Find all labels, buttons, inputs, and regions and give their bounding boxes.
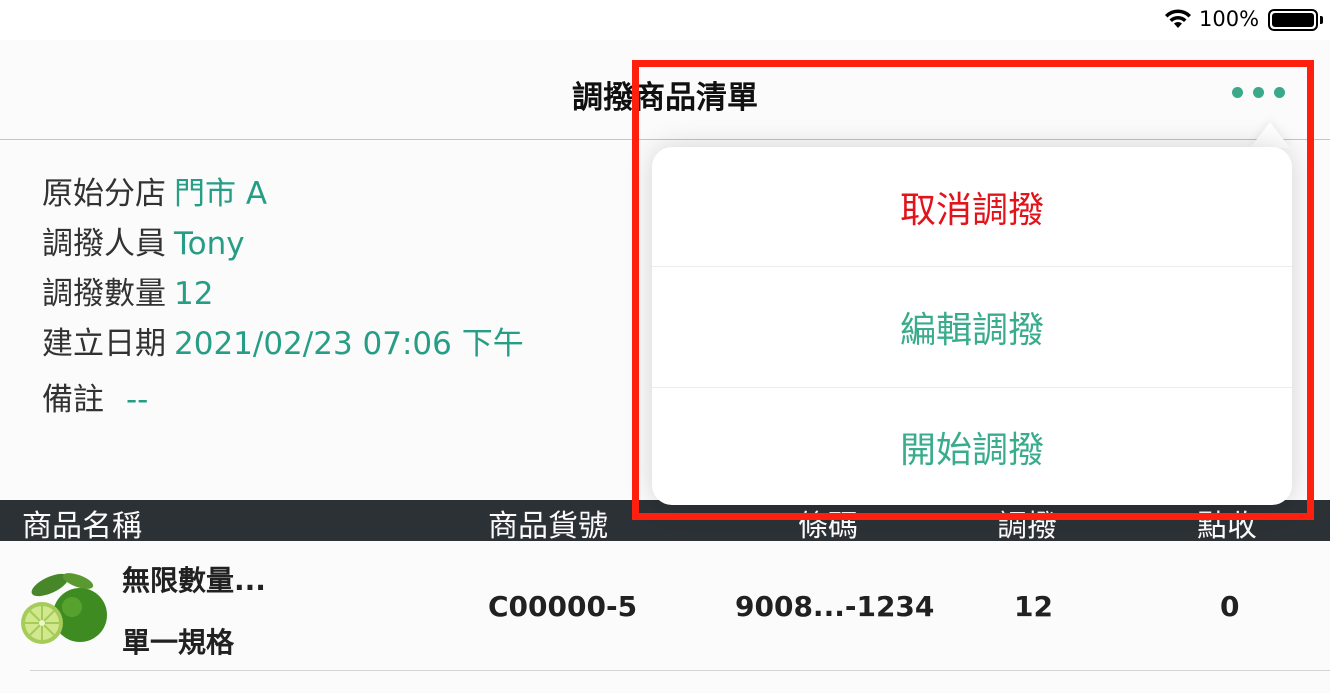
battery-icon — [1268, 9, 1318, 31]
wifi-icon — [1165, 9, 1191, 28]
battery-percentage: 100% — [1199, 7, 1260, 31]
highlight-box — [632, 60, 1314, 520]
status-bar: 100% — [0, 0, 1330, 40]
battery-cap — [1320, 16, 1323, 24]
